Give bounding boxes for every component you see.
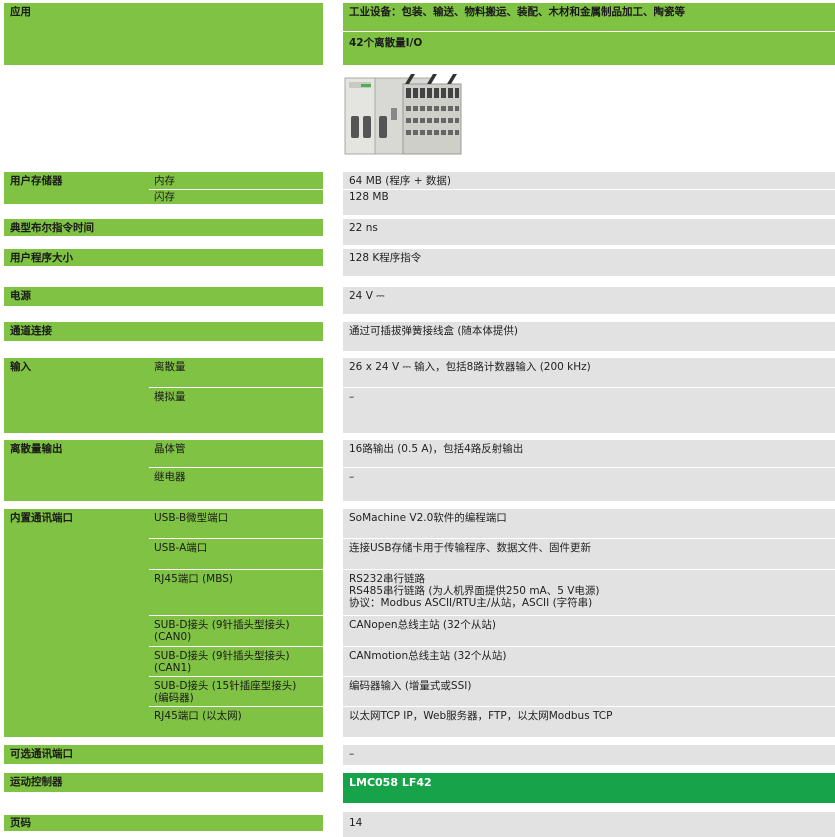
can0-value: CANopen总线主站 (32个从站) [349,619,496,631]
value-flash: 128 MB [343,189,835,215]
encoder-value: 编码器输入 (增量式或SSI) [349,680,472,692]
value-analog-inputs: – [343,387,835,433]
row-label-page: 页码 [4,815,323,831]
value-bool-time: 22 ns [343,219,835,245]
optional-comm-value: – [349,748,355,760]
sub-label-rj45-mbs: RJ45端口 (MBS) [149,569,323,615]
flash-value: 128 MB [349,191,389,203]
application-label: 应用 [10,6,31,18]
sub-label-transistor: 晶体管 [149,440,323,467]
ethernet-value: 以太网TCP IP，Web服务器，FTP，以太网Modbus TCP [349,710,613,722]
bool-time-value: 22 ns [349,222,378,234]
sub-label-can0: SUB-D接头 (9针插头型接头) (CAN0) [149,615,323,646]
flash-label: 闪存 [154,191,175,203]
discrete-inputs-value: 26 x 24 V ⎓ 输入，包括8路计数器输入 (200 kHz) [349,361,591,373]
value-motion: LMC058 LF42 [343,773,835,803]
value-can1: CANmotion总线主站 (32个从站) [343,646,835,676]
row-label-optional-comm: 可选通讯端口 [4,745,323,764]
sub-label-ethernet: RJ45端口 (以太网) [149,706,323,737]
value-rj45-mbs: RS232串行链路 RS485串行链路 (为人机界面提供250 mA、5 V电源… [343,569,835,615]
motion-value: LMC058 LF42 [349,776,432,789]
sub-label-relay: 继电器 [149,467,323,501]
value-optional-comm: – [343,745,835,765]
analog-label: 模拟量 [154,391,186,403]
page-value: 14 [349,817,363,829]
discrete-label: 离散量 [154,361,186,373]
io-count-text: 42个离散量I/O [349,37,423,49]
ram-value: 64 MB (程序 + 数据) [349,175,451,187]
usb-a-value: 连接USB存储卡用于传输程序、数据文件、固件更新 [349,542,592,554]
rj45-mbs-value: RS232串行链路 RS485串行链路 (为人机界面提供250 mA、5 V电源… [349,573,600,609]
row-label-bool-time: 典型布尔指令时间 [4,219,323,236]
sub-label-ram: 内存 [149,172,323,189]
program-size-value: 128 K程序指令 [349,252,422,264]
usb-a-label: USB-A端口 [154,542,208,554]
outputs-label: 离散量输出 [10,443,63,455]
comm-label: 内置通讯端口 [10,512,73,524]
usb-b-value: SoMachine V2.0软件的编程端口 [349,512,507,524]
inputs-label: 输入 [10,361,31,373]
power-label: 电源 [10,290,31,302]
ethernet-label: RJ45端口 (以太网) [154,710,242,722]
bool-time-label: 典型布尔指令时间 [10,222,94,234]
can0-label: SUB-D接头 (9针插头型接头) (CAN0) [154,619,290,643]
ram-label: 内存 [154,175,175,187]
motion-label: 运动控制器 [10,776,63,788]
value-channel: 通过可插拔弹簧接线盒 (随本体提供) [343,322,835,351]
row-label-program-size: 用户程序大小 [4,249,323,266]
power-value: 24 V ⎓ [349,290,385,302]
sub-label-usb-b: USB-B微型端口 [149,509,323,538]
rj45-mbs-label: RJ45端口 (MBS) [154,573,234,585]
value-discrete-inputs: 26 x 24 V ⎓ 输入，包括8路计数器输入 (200 kHz) [343,358,835,387]
relay-label: 继电器 [154,471,186,483]
value-ethernet: 以太网TCP IP，Web服务器，FTP，以太网Modbus TCP [343,706,835,737]
value-program-size: 128 K程序指令 [343,249,835,276]
value-usb-b: SoMachine V2.0软件的编程端口 [343,509,835,538]
value-usb-a: 连接USB存储卡用于传输程序、数据文件、固件更新 [343,538,835,569]
application-value-1: 工业设备：包装、输送、物料搬运、装配、木材和金属制品加工、陶瓷等 [343,3,835,31]
channel-label: 通道连接 [10,325,52,337]
relay-value: – [349,471,355,483]
transistor-value: 16路输出 (0.5 A)，包括4路反射输出 [349,443,524,455]
value-transistor: 16路输出 (0.5 A)，包括4路反射输出 [343,440,835,467]
sub-label-encoder: SUB-D接头 (15针插座型接头) (编码器) [149,676,323,706]
row-label-power: 电源 [4,287,323,306]
value-can0: CANopen总线主站 (32个从站) [343,615,835,646]
memory-label: 用户存储器 [10,175,63,187]
row-label-application: 应用 [4,3,323,65]
sub-label-can1: SUB-D接头 (9针插头型接头) (CAN1) [149,646,323,676]
can1-value: CANmotion总线主站 (32个从站) [349,650,507,662]
analog-inputs-value: – [349,391,355,403]
sub-label-flash: 闪存 [149,189,323,204]
usb-b-label: USB-B微型端口 [154,512,229,524]
value-relay: – [343,467,835,501]
spec-table: 应用 工业设备：包装、输送、物料搬运、装配、木材和金属制品加工、陶瓷等 42个离… [0,0,835,837]
can1-label: SUB-D接头 (9针插头型接头) (CAN1) [154,650,290,674]
value-encoder: 编码器输入 (增量式或SSI) [343,676,835,706]
channel-value: 通过可插拔弹簧接线盒 (随本体提供) [349,325,519,337]
plc-controller-image [343,68,463,156]
value-page: 14 [343,812,835,837]
program-size-label: 用户程序大小 [10,252,73,264]
sub-label-analog: 模拟量 [149,387,323,433]
sub-label-discrete: 离散量 [149,358,323,387]
encoder-label: SUB-D接头 (15针插座型接头) (编码器) [154,680,297,704]
row-label-motion: 运动控制器 [4,773,323,792]
value-power: 24 V ⎓ [343,287,835,314]
row-label-channel: 通道连接 [4,322,323,341]
value-ram: 64 MB (程序 + 数据) [343,172,835,189]
transistor-label: 晶体管 [154,443,186,455]
application-value-2: 42个离散量I/O [343,31,835,65]
optional-comm-label: 可选通讯端口 [10,748,73,760]
page-label: 页码 [10,817,31,829]
sub-label-usb-a: USB-A端口 [149,538,323,569]
application-text: 工业设备：包装、输送、物料搬运、装配、木材和金属制品加工、陶瓷等 [349,6,685,18]
